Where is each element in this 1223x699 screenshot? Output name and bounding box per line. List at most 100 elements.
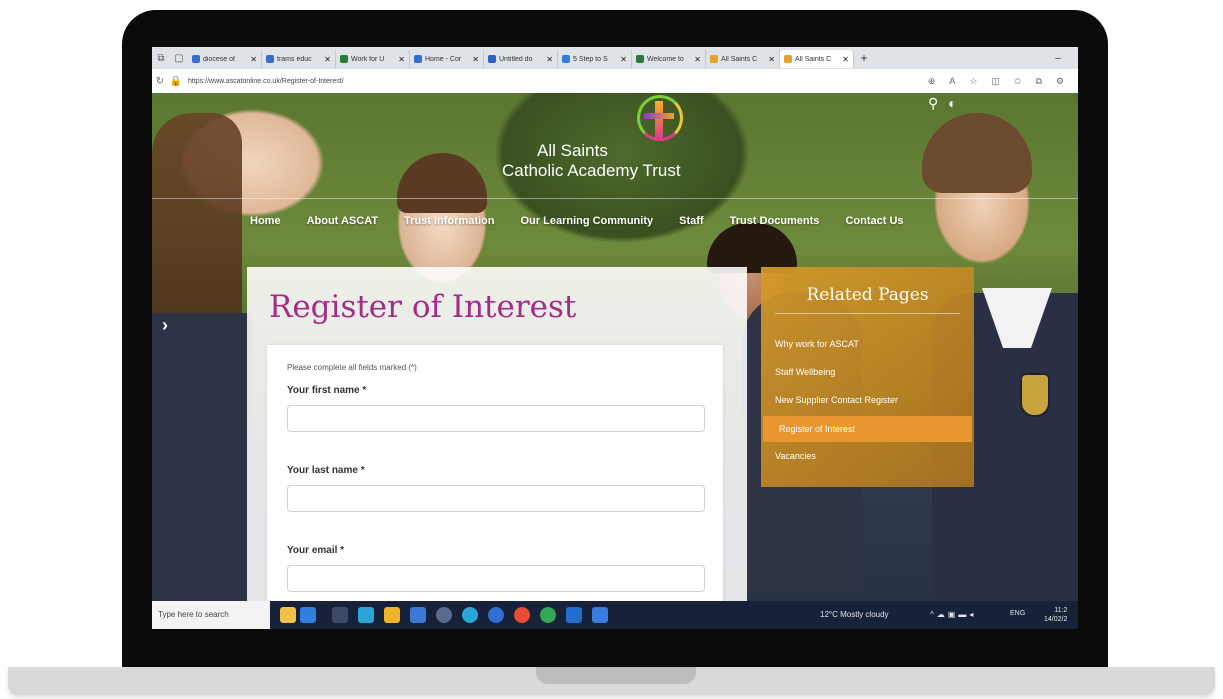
close-tab-icon[interactable]: ✕ <box>398 55 405 64</box>
browser-tab[interactable]: diocese of ✕ <box>188 50 262 68</box>
related-link-supplier-register[interactable]: New Supplier Contact Register <box>775 395 898 405</box>
related-divider <box>775 313 960 314</box>
read-aloud-icon[interactable]: A <box>949 76 955 87</box>
tab-favicon-icon <box>340 55 348 63</box>
clock[interactable]: 11:2 14/02/2 <box>1044 606 1067 624</box>
close-tab-icon[interactable]: ✕ <box>842 55 849 64</box>
workspaces-icon[interactable]: ⧉ <box>152 47 170 69</box>
email-field[interactable] <box>287 565 705 592</box>
close-tab-icon[interactable]: ✕ <box>546 55 553 64</box>
collections-icon[interactable]: ⧉ <box>1035 76 1041 87</box>
trust-logo[interactable]: All Saints Catholic Academy Trust <box>497 95 727 191</box>
nav-item-about-ascat[interactable]: About ASCAT <box>307 215 378 227</box>
people-icon[interactable] <box>300 607 316 623</box>
outlook-icon[interactable] <box>566 607 582 623</box>
nav-item-trust-information[interactable]: Trust Information <box>404 215 494 227</box>
app-icon[interactable] <box>436 607 452 623</box>
related-link-register-of-interest[interactable]: Register of Interest <box>763 416 972 442</box>
tab-favicon-icon <box>784 55 792 63</box>
website-page: All Saints Catholic Academy Trust ⚲ ◐ Ho… <box>152 93 1078 601</box>
system-tray-icons[interactable]: ^☁▣▬◂ <box>930 610 976 619</box>
lock-icon[interactable]: 🔒 <box>168 76 184 87</box>
zoom-icon[interactable]: ⊕ <box>928 76 936 87</box>
browser-tab[interactable]: trams educ ✕ <box>262 50 336 68</box>
chrome-profile-icon[interactable] <box>540 607 556 623</box>
hero-photo-detail <box>152 313 252 601</box>
browser-tab[interactable]: All Saints C ✕ <box>780 50 854 68</box>
nav-item-contact-us[interactable]: Contact Us <box>845 215 903 227</box>
task-view-icon[interactable] <box>332 607 348 623</box>
first-name-field[interactable] <box>287 405 705 432</box>
tab-favicon-icon <box>636 55 644 63</box>
translate-globe-icon[interactable]: ◐ <box>948 95 956 112</box>
nav-item-staff[interactable]: Staff <box>679 215 703 227</box>
edge-icon[interactable] <box>462 607 478 623</box>
last-name-label: Your last name * <box>287 465 365 476</box>
split-screen-icon[interactable]: ◫ <box>991 76 1000 87</box>
favorites-icon[interactable]: ✩ <box>1014 76 1022 87</box>
browser-tab[interactable]: All Saints C ✕ <box>706 50 780 68</box>
search-icon[interactable]: ⚲ <box>928 95 938 112</box>
last-name-field[interactable] <box>287 485 705 512</box>
chevron-right-icon[interactable]: › <box>162 315 168 336</box>
close-tab-icon[interactable]: ✕ <box>620 55 627 64</box>
browser-tab[interactable]: Work for U ✕ <box>336 50 410 68</box>
widgets-icon[interactable] <box>280 607 296 623</box>
logo-text-line2: Catholic Academy Trust <box>502 161 681 180</box>
tab-label: diocese of <box>203 55 235 63</box>
windows-taskbar: Type here to search 12°C Mostly cloudy ^… <box>152 601 1078 629</box>
browser-tab[interactable]: 5 Step to S ✕ <box>558 50 632 68</box>
school-badge <box>1020 373 1050 417</box>
related-link-staff-wellbeing[interactable]: Staff Wellbeing <box>775 367 835 377</box>
related-link-why-work[interactable]: Why work for ASCAT <box>775 339 859 349</box>
tab-label: All Saints C <box>795 55 832 63</box>
tab-favicon-icon <box>414 55 422 63</box>
laptop-screen: ⧉ ▢ diocese of ✕ trams educ ✕ Work for U ✕ Hom… <box>152 47 1078 629</box>
close-tab-icon[interactable]: ✕ <box>694 55 701 64</box>
tab-label: Welcome to <box>647 55 684 63</box>
tab-label: Home - Cor <box>425 55 462 63</box>
nav-item-our-learning-community[interactable]: Our Learning Community <box>521 215 654 227</box>
store-icon[interactable] <box>410 607 426 623</box>
tab-actions-icon[interactable]: ▢ <box>170 47 188 69</box>
email-label: Your email * <box>287 545 345 556</box>
tab-favicon-icon <box>710 55 718 63</box>
form-hint: Please complete all fields marked (*) <box>287 363 417 372</box>
close-tab-icon[interactable]: ✕ <box>324 55 331 64</box>
tab-label: 5 Step to S <box>573 55 608 63</box>
file-explorer-icon[interactable] <box>384 607 400 623</box>
refresh-icon[interactable]: ↻ <box>152 76 168 87</box>
edge-browser-icon[interactable] <box>358 607 374 623</box>
weather-widget[interactable]: 12°C Mostly cloudy <box>820 610 889 619</box>
extensions-icon[interactable]: ⚙ <box>1056 76 1064 87</box>
hero-photo-detail <box>397 153 487 213</box>
nav-item-trust-documents[interactable]: Trust Documents <box>730 215 820 227</box>
new-tab-button[interactable]: + <box>854 51 874 65</box>
browser-tab[interactable]: Welcome to ✕ <box>632 50 706 68</box>
favorite-star-icon[interactable]: ☆ <box>969 76 977 87</box>
close-tab-icon[interactable]: ✕ <box>250 55 257 64</box>
related-link-vacancies[interactable]: Vacancies <box>775 451 816 461</box>
tab-label: Untitled do <box>499 55 533 63</box>
language-indicator[interactable]: ENG <box>1010 610 1025 617</box>
teams-icon[interactable] <box>488 607 504 623</box>
chrome-icon[interactable] <box>514 607 530 623</box>
close-tab-icon[interactable]: ✕ <box>768 55 775 64</box>
logo-text-line1: All Saints <box>537 141 608 160</box>
main-navigation: Home About ASCAT Trust Information Our Lear… <box>250 215 904 227</box>
nav-item-home[interactable]: Home <box>250 215 281 227</box>
register-form: Please complete all fields marked (*) Yo… <box>267 345 723 601</box>
url-field[interactable]: https://www.ascatonline.co.uk/Register-o… <box>188 78 344 85</box>
photos-icon[interactable] <box>592 607 608 623</box>
browser-tab[interactable]: Home - Cor ✕ <box>410 50 484 68</box>
related-pages-title: Related Pages <box>806 285 929 305</box>
content-panel: Register of Interest Please complete all… <box>247 267 747 601</box>
tab-favicon-icon <box>488 55 496 63</box>
browser-tab[interactable]: Untitled do ✕ <box>484 50 558 68</box>
laptop-notch <box>536 667 696 684</box>
hero-photo-detail <box>922 113 1032 193</box>
minimize-button[interactable]: – <box>1038 53 1078 64</box>
close-tab-icon[interactable]: ✕ <box>472 55 479 64</box>
nav-divider <box>152 198 1078 199</box>
taskbar-search-input[interactable]: Type here to search <box>152 601 270 629</box>
